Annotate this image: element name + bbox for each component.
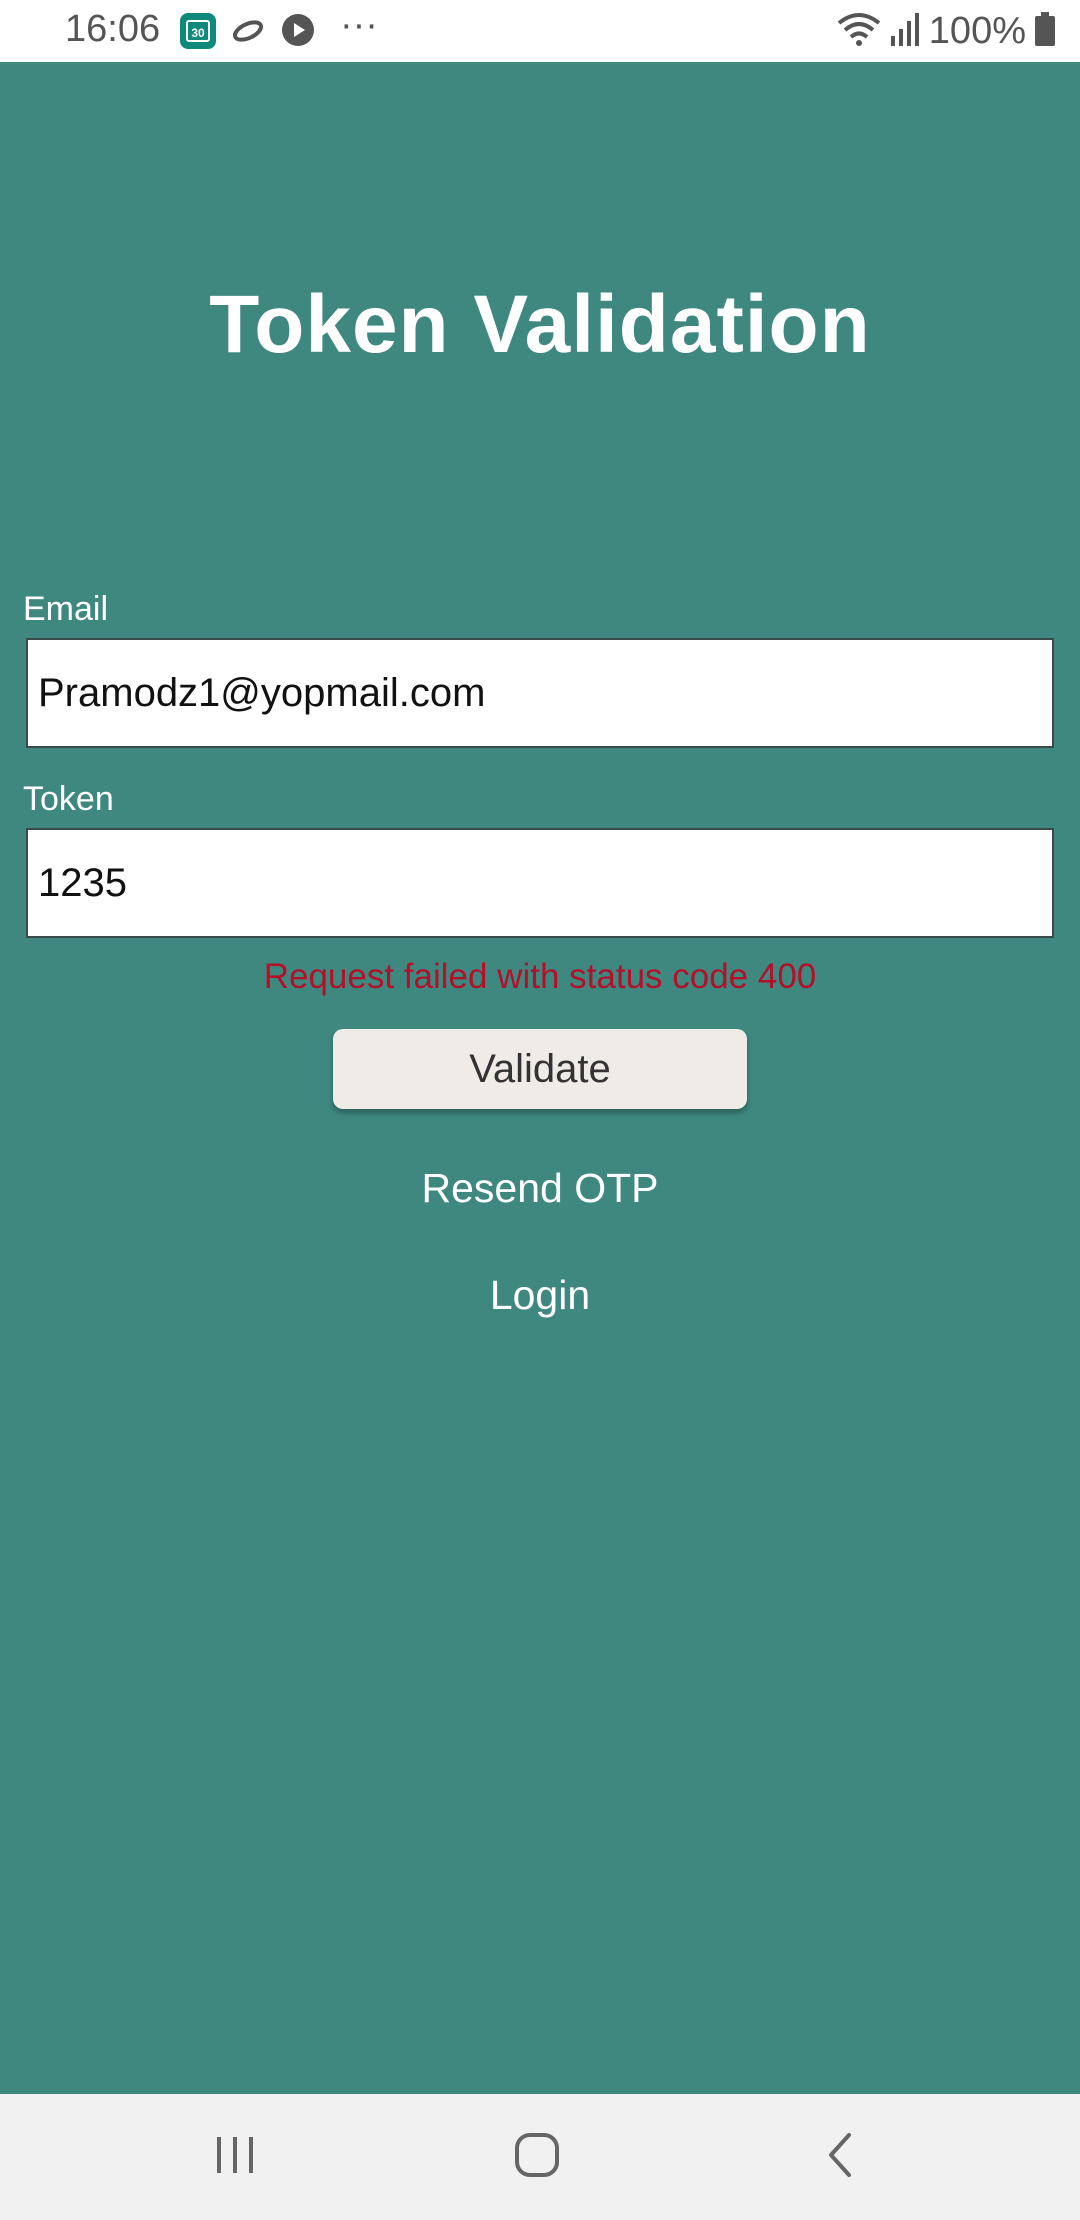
status-right: 100% [837, 8, 1056, 54]
wifi-icon [837, 11, 881, 52]
home-icon [514, 2132, 560, 2183]
page-title: Token Validation [209, 279, 871, 370]
recent-apps-icon [213, 2135, 257, 2180]
status-time: 16:06 [65, 8, 161, 50]
battery-percent: 100% [928, 9, 1026, 52]
resend-otp-link[interactable]: Resend OTP [0, 1165, 1080, 1212]
battery-icon [1034, 11, 1056, 51]
token-field[interactable] [26, 828, 1054, 938]
token-validation-screen: Token Validation Email Token Request fai… [0, 62, 1080, 2094]
home-button[interactable] [497, 2124, 577, 2190]
link-icon [230, 16, 266, 51]
error-message: Request failed with status code 400 [263, 957, 817, 996]
calendar-badge: 30 [191, 26, 205, 40]
token-label: Token [23, 780, 114, 818]
navigation-bar [0, 2094, 1080, 2220]
email-field[interactable] [26, 638, 1054, 748]
play-icon [281, 13, 315, 52]
email-label: Email [23, 590, 109, 628]
login-link[interactable]: Login [0, 1272, 1080, 1319]
recent-apps-button[interactable] [195, 2124, 275, 2190]
back-icon [825, 2132, 855, 2183]
back-button[interactable] [800, 2124, 880, 2190]
signal-icon [889, 12, 921, 51]
more-notifications-icon: ··· [340, 4, 378, 46]
validate-button[interactable]: Validate [333, 1029, 747, 1109]
status-bar: 16:06 30 ··· 100% [0, 0, 1080, 62]
calendar-icon: 30 [180, 13, 216, 54]
